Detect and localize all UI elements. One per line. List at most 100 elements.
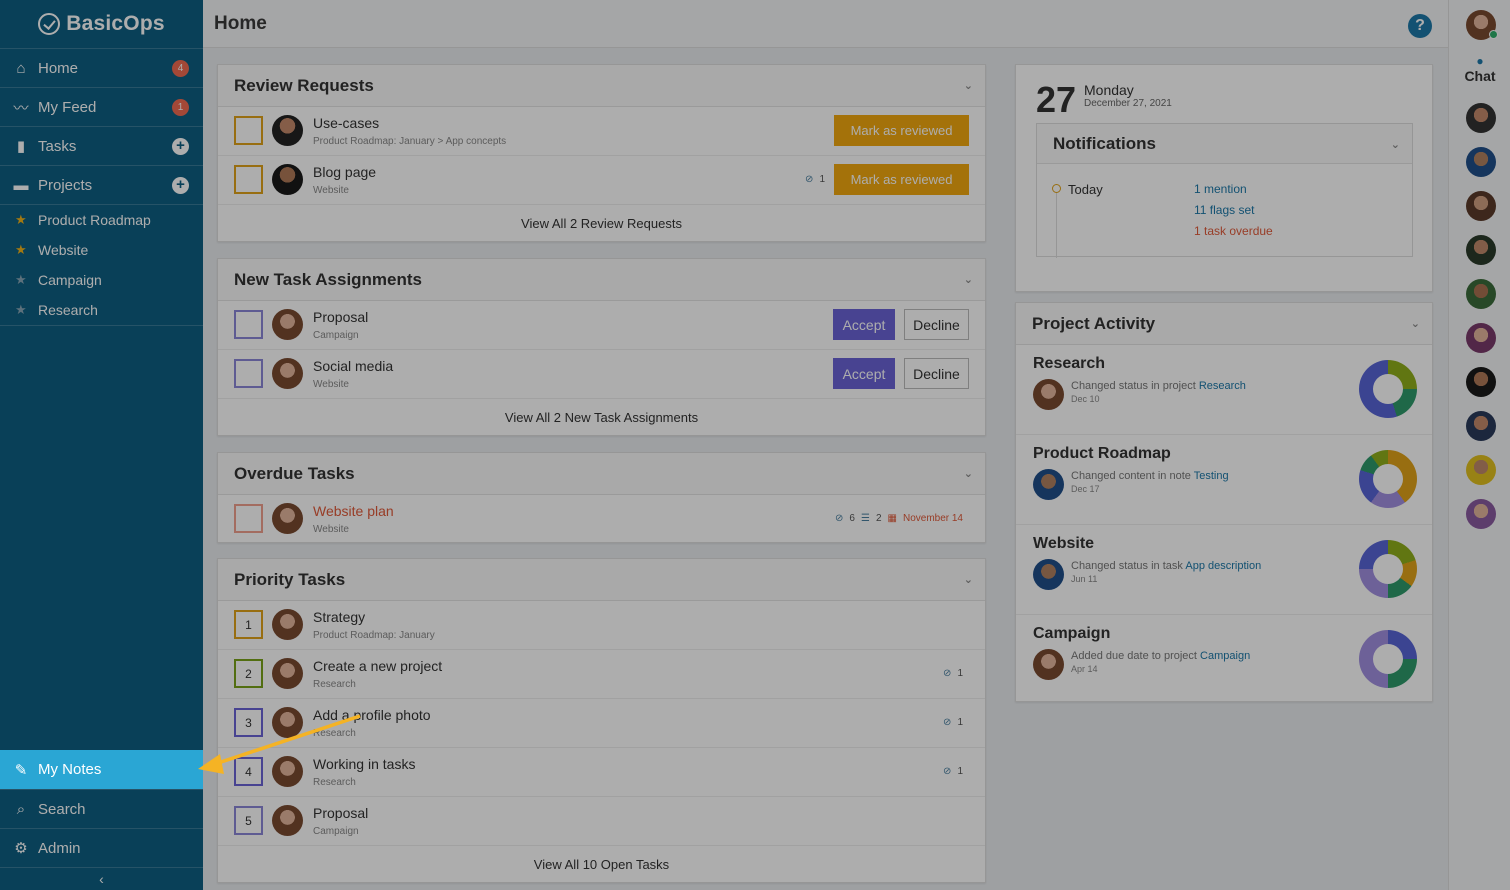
nav-home[interactable]: ⌂ Home 4	[0, 48, 203, 87]
team-member-avatar[interactable]	[1466, 367, 1496, 397]
chevron-down-icon[interactable]: ⌄	[964, 573, 973, 586]
priority-row[interactable]: 2 Create a new project Research ⊘ 1	[218, 650, 985, 699]
task-checkbox[interactable]	[234, 310, 263, 339]
chevron-down-icon[interactable]: ⌄	[964, 79, 973, 92]
priority-row[interactable]: 4 Working in tasks Research ⊘ 1	[218, 748, 985, 797]
priority-number[interactable]: 1	[234, 610, 263, 639]
priority-row[interactable]: 3 Add a profile photo Research ⊘ 1	[218, 699, 985, 748]
priority-number[interactable]: 4	[234, 757, 263, 786]
nav-home-label: Home	[38, 59, 79, 77]
activity-item[interactable]: Campaign Added due date to project Campa…	[1016, 615, 1432, 705]
nav-admin-label: Admin	[38, 839, 81, 857]
nav-admin[interactable]: ⚙ Admin	[0, 828, 203, 867]
task-title[interactable]: Create a new project	[313, 658, 442, 674]
review-checkbox[interactable]	[234, 116, 263, 145]
task-checkbox[interactable]	[234, 359, 263, 388]
chevron-down-icon[interactable]: ⌄	[964, 273, 973, 286]
activity-project[interactable]: Research	[1033, 355, 1105, 373]
activity-project[interactable]: Campaign	[1033, 625, 1110, 643]
priority-row[interactable]: 1 Strategy Product Roadmap: January	[218, 601, 985, 650]
task-checkbox[interactable]	[234, 504, 263, 533]
team-member-avatar[interactable]	[1466, 455, 1496, 485]
chevron-down-icon[interactable]: ⌄	[964, 467, 973, 480]
team-member-avatar[interactable]	[1466, 103, 1496, 133]
nav-tasks[interactable]: ▮ Tasks +	[0, 126, 203, 165]
review-row[interactable]: Blog page Website ⊘ 1 Mark as reviewed	[218, 156, 985, 205]
team-member-avatar[interactable]	[1466, 147, 1496, 177]
accept-button[interactable]: Accept	[833, 309, 895, 340]
activity-header[interactable]: Project Activity ⌄	[1016, 303, 1432, 345]
project-item-product-roadmap[interactable]: ★ Product Roadmap	[0, 205, 203, 235]
task-title[interactable]: Blog page	[313, 164, 376, 180]
view-all-review-requests-link[interactable]: View All 2 Review Requests	[218, 205, 985, 242]
activity-item[interactable]: Research Changed status in project Resea…	[1016, 345, 1432, 435]
chat-button[interactable]: ● Chat	[1449, 54, 1510, 84]
priority-number[interactable]: 2	[234, 659, 263, 688]
team-member-avatar[interactable]	[1466, 411, 1496, 441]
project-item-campaign[interactable]: ★ Campaign	[0, 265, 203, 295]
priority-number[interactable]: 5	[234, 806, 263, 835]
decline-button[interactable]: Decline	[904, 358, 969, 389]
flags-link[interactable]: 11 flags set	[1194, 203, 1254, 217]
task-title[interactable]: Social media	[313, 358, 393, 374]
nav-search[interactable]: ⌕ Search	[0, 789, 203, 828]
activity-project[interactable]: Product Roadmap	[1033, 445, 1171, 463]
add-task-icon[interactable]: +	[172, 138, 189, 155]
team-member-avatar[interactable]	[1466, 279, 1496, 309]
app-logo[interactable]: BasicOps	[0, 0, 203, 48]
nav-my-notes[interactable]: ✎ My Notes	[0, 750, 203, 789]
logo-check-icon	[38, 13, 61, 35]
assignments-header[interactable]: New Task Assignments ⌄	[218, 259, 985, 301]
team-member-avatar[interactable]	[1466, 235, 1496, 265]
accept-button[interactable]: Accept	[833, 358, 895, 389]
view-all-assignments-link[interactable]: View All 2 New Task Assignments	[218, 399, 985, 436]
activity-link[interactable]: Testing	[1194, 470, 1229, 482]
priority-number[interactable]: 3	[234, 708, 263, 737]
activity-item[interactable]: Product Roadmap Changed content in note …	[1016, 435, 1432, 525]
team-member-avatar[interactable]	[1466, 191, 1496, 221]
review-row[interactable]: Use-cases Product Roadmap: January > App…	[218, 107, 985, 156]
overdue-row[interactable]: Website plan Website ⊘ 6 ☰ 2 ▦ November …	[218, 495, 985, 544]
assignment-row[interactable]: Proposal Campaign Accept Decline	[218, 301, 985, 350]
assignment-row[interactable]: Social media Website Accept Decline	[218, 350, 985, 399]
project-item-research[interactable]: ★ Research	[0, 295, 203, 325]
overdue-header[interactable]: Overdue Tasks ⌄	[218, 453, 985, 495]
card-title: Project Activity	[1032, 313, 1156, 333]
mentions-link[interactable]: 1 mention	[1194, 182, 1247, 196]
team-member-avatar[interactable]	[1466, 499, 1496, 529]
decline-button[interactable]: Decline	[904, 309, 969, 340]
task-title[interactable]: Working in tasks	[313, 756, 415, 772]
activity-project[interactable]: Website	[1033, 535, 1094, 553]
task-title[interactable]: Add a profile photo	[313, 707, 431, 723]
team-member-avatar[interactable]	[1466, 323, 1496, 353]
review-checkbox[interactable]	[234, 165, 263, 194]
activity-link[interactable]: Campaign	[1200, 650, 1250, 662]
add-project-icon[interactable]: +	[172, 177, 189, 194]
chevron-down-icon[interactable]: ⌄	[1411, 317, 1420, 330]
star-icon: ★	[15, 212, 27, 227]
view-all-open-tasks-link[interactable]: View All 10 Open Tasks	[218, 846, 985, 883]
task-title[interactable]: Website plan	[313, 503, 394, 519]
activity-item[interactable]: Website Changed status in task App descr…	[1016, 525, 1432, 615]
project-item-website[interactable]: ★ Website	[0, 235, 203, 265]
task-title[interactable]: Strategy	[313, 609, 365, 625]
review-requests-header[interactable]: Review Requests ⌄	[218, 65, 985, 107]
activity-link[interactable]: App description	[1185, 560, 1261, 572]
chevron-down-icon[interactable]: ⌄	[1391, 138, 1400, 151]
overdue-link[interactable]: 1 task overdue	[1194, 224, 1273, 238]
avatar	[1033, 379, 1064, 410]
collapse-sidebar-button[interactable]: ‹	[0, 867, 203, 890]
nav-my-feed[interactable]: 〰 My Feed 1	[0, 87, 203, 126]
paperclip-icon: ⊘	[943, 766, 952, 777]
mark-as-reviewed-button[interactable]: Mark as reviewed	[834, 164, 969, 195]
priority-header[interactable]: Priority Tasks ⌄	[218, 559, 985, 601]
notifications-header[interactable]: Notifications ⌄	[1037, 124, 1412, 164]
mark-as-reviewed-button[interactable]: Mark as reviewed	[834, 115, 969, 146]
activity-link[interactable]: Research	[1199, 380, 1246, 392]
nav-projects[interactable]: ▬ Projects +	[0, 165, 203, 204]
task-title[interactable]: Use-cases	[313, 115, 379, 131]
priority-row[interactable]: 5 Proposal Campaign	[218, 797, 985, 846]
task-title[interactable]: Proposal	[313, 309, 368, 325]
help-icon[interactable]: ?	[1408, 14, 1432, 38]
task-title[interactable]: Proposal	[313, 805, 368, 821]
